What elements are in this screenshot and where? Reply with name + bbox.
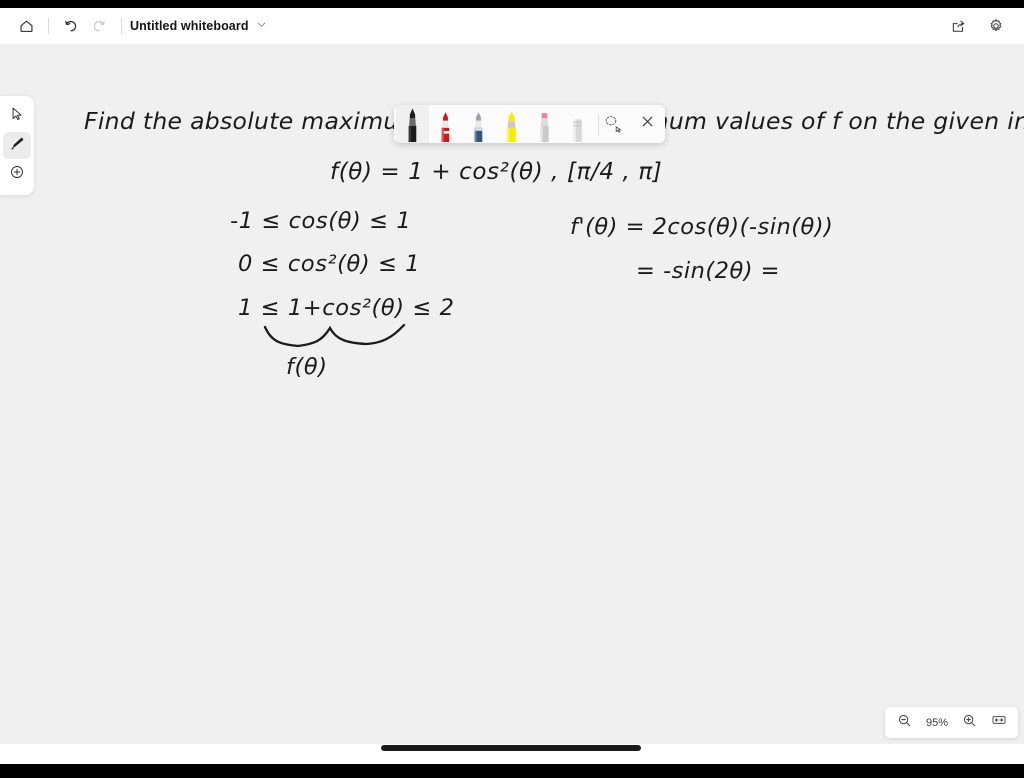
settings-button[interactable] [982, 12, 1010, 40]
ink-left-work-line-2: 0 ≤ cos²(θ) ≤ 1 [238, 251, 420, 277]
pen-toolbar-divider [598, 114, 599, 136]
gear-icon [988, 18, 1004, 34]
yellow-highlighter-icon [502, 107, 521, 143]
share-button[interactable] [944, 12, 972, 40]
fit-to-screen-button[interactable] [985, 709, 1012, 736]
title-dropdown-button[interactable] [256, 17, 267, 35]
ink-right-work-line-2: = -sin(2θ) = [636, 258, 780, 284]
whiteboard-canvas[interactable]: Find the absolute maximum and absolute m… [0, 44, 1024, 744]
pink-highlighter-icon [535, 107, 554, 143]
toolbar-divider-2 [121, 18, 122, 34]
highlighter-yellow[interactable] [495, 105, 528, 143]
ink-function-line: f(θ) = 1 + cos²(θ) , [π/4 , π] [330, 159, 662, 185]
eraser-icon [568, 107, 587, 143]
left-tool-rail [0, 96, 34, 195]
plus-circle-icon [9, 164, 25, 185]
chevron-down-icon [256, 17, 267, 35]
lasso-icon [603, 114, 630, 135]
top-toolbar: Untitled whiteboard [0, 8, 1024, 44]
pen-blue[interactable] [462, 105, 495, 143]
share-icon [951, 19, 966, 34]
ink-left-work-line-1: -1 ≤ cos(θ) ≤ 1 [230, 208, 411, 234]
bottom-letterbox [0, 764, 1024, 778]
ink-left-work-line-3: 1 ≤ 1+cos²(θ) ≤ 2 [238, 295, 455, 321]
fit-to-screen-icon [991, 712, 1007, 733]
highlighter-pink[interactable] [528, 105, 561, 143]
blue-pen-icon [469, 107, 488, 143]
tool-pen[interactable] [3, 132, 31, 159]
lasso-select-button[interactable] [601, 105, 632, 143]
ink-underbrace [263, 323, 406, 348]
pen-icon [9, 135, 26, 157]
home-button[interactable] [12, 12, 40, 40]
ink-right-work-line-1: f'(θ) = 2cos(θ)(-sin(θ)) [570, 214, 833, 240]
whiteboard-app: Untitled whiteboard Find the absolute ma… [0, 0, 1024, 778]
zoom-level-label[interactable]: 95% [920, 717, 954, 729]
home-icon [19, 19, 34, 34]
top-toolbar-right-group [944, 12, 1010, 40]
pen-black[interactable] [396, 105, 429, 143]
undo-button[interactable] [57, 12, 85, 40]
zoom-out-icon [897, 713, 912, 733]
black-pen-icon [403, 107, 422, 143]
tool-insert[interactable] [3, 161, 31, 188]
redo-icon [91, 18, 107, 34]
undo-icon [63, 18, 79, 34]
close-pen-toolbar-button[interactable] [632, 105, 663, 143]
top-letterbox [0, 0, 1024, 8]
zoom-in-icon [962, 713, 977, 733]
pen-red[interactable] [429, 105, 462, 143]
zoom-in-button[interactable] [956, 709, 983, 736]
red-pen-icon [436, 107, 455, 143]
ink-underbrace-label: f(θ) [286, 354, 328, 380]
document-title[interactable]: Untitled whiteboard [130, 19, 249, 33]
zoom-out-button[interactable] [891, 709, 918, 736]
horizontal-scrollbar[interactable] [381, 745, 641, 751]
pen-toolbar [394, 105, 665, 143]
redo-button[interactable] [85, 12, 113, 40]
eraser-tool[interactable] [561, 105, 594, 143]
zoom-controls: 95% [885, 707, 1018, 738]
handwritten-ink-layer: Find the absolute maximum and absolute m… [84, 107, 1024, 380]
cursor-select-icon [9, 106, 25, 127]
tool-select[interactable] [3, 103, 31, 130]
toolbar-divider-1 [48, 18, 49, 34]
close-icon [640, 114, 655, 134]
